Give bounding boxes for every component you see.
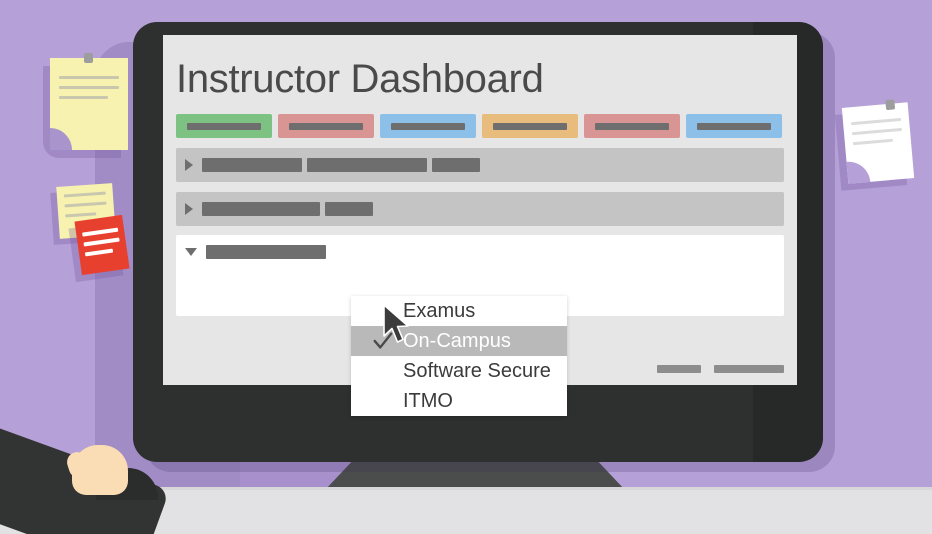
scene-illustration: Instructor Dashboard Examus On-Campus So… [0, 0, 932, 534]
action-button-2[interactable] [714, 365, 784, 373]
tab-chip-label-placeholder [289, 122, 363, 130]
note-text-lines [851, 118, 904, 152]
dropdown-item-software-secure[interactable]: Software Secure [351, 356, 567, 386]
tab-chip-label-placeholder [391, 122, 465, 130]
tab-chip-label-placeholder [595, 122, 669, 130]
tab-chip-6[interactable] [686, 114, 782, 138]
row-content-placeholder [202, 202, 320, 216]
dropdown-item-label: ITMO [403, 389, 453, 412]
collapsed-row-2[interactable] [176, 192, 784, 226]
note-corner-curl [846, 159, 871, 184]
tab-chip-bar [176, 114, 782, 138]
tab-chip-2[interactable] [278, 114, 374, 138]
caret-right-icon[interactable] [185, 159, 193, 171]
caret-down-icon[interactable] [185, 248, 197, 256]
row-content-placeholder [325, 202, 373, 216]
dropdown-item-label: Software Secure [403, 359, 551, 382]
monitor-screen: Instructor Dashboard Examus On-Campus So… [163, 35, 797, 416]
row-content-placeholder [307, 158, 427, 172]
tab-chip-4[interactable] [482, 114, 578, 138]
tab-chip-label-placeholder [697, 122, 771, 130]
tab-chip-1[interactable] [176, 114, 272, 138]
collapsed-row-1[interactable] [176, 148, 784, 182]
tab-chip-5[interactable] [584, 114, 680, 138]
sticky-note-yellow-large [50, 53, 128, 150]
row-content-placeholder [206, 245, 326, 259]
row-content-placeholder [432, 158, 480, 172]
sticky-note-white [841, 99, 915, 184]
push-pin-icon [885, 99, 896, 111]
sticky-note-red [74, 214, 130, 276]
tab-chip-3[interactable] [380, 114, 476, 138]
note-corner-curl [50, 128, 72, 150]
caret-right-icon[interactable] [185, 203, 193, 215]
page-title: Instructor Dashboard [176, 57, 544, 101]
tab-chip-label-placeholder [493, 122, 567, 130]
action-button-1[interactable] [657, 365, 701, 373]
push-pin-icon [84, 53, 93, 63]
mouse-pointer-icon [383, 304, 409, 343]
dropdown-item-itmo[interactable]: ITMO [351, 386, 567, 416]
expanded-row-header[interactable] [185, 245, 331, 259]
form-action-buttons [657, 365, 784, 373]
note-text-lines [59, 76, 119, 106]
dropdown-item-label: On-Campus [403, 329, 511, 352]
row-content-placeholder [202, 158, 302, 172]
note-text-lines [81, 227, 122, 262]
tab-chip-label-placeholder [187, 122, 261, 130]
